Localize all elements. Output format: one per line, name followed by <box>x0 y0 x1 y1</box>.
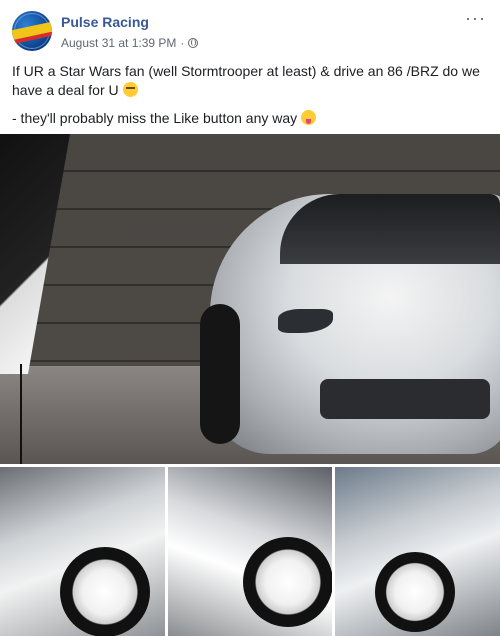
photo-thumb-1[interactable] <box>0 467 165 636</box>
car-wheel <box>200 304 240 444</box>
car-headlight <box>278 309 333 333</box>
car-windshield <box>280 194 500 264</box>
photo-thumb-3[interactable] <box>335 467 500 636</box>
wheel-rim <box>243 537 332 627</box>
car-front <box>200 194 500 454</box>
post-text-1: If UR a Star Wars fan (well Stormtrooper… <box>12 63 480 98</box>
post-header: Pulse Racing August 31 at 1:39 PM · ··· <box>0 0 500 56</box>
post-meta: August 31 at 1:39 PM · <box>61 36 199 50</box>
page-avatar[interactable] <box>12 11 52 51</box>
post-text: If UR a Star Wars fan (well Stormtrooper… <box>12 62 488 137</box>
post-text-line-1: If UR a Star Wars fan (well Stormtrooper… <box>12 62 488 100</box>
post-text-2: - they'll probably miss the Like button … <box>12 110 298 126</box>
more-options-button[interactable]: ··· <box>465 8 486 29</box>
face-with-tongue-icon <box>301 110 317 125</box>
winking-face-with-tongue-icon <box>122 82 138 97</box>
photo-thumb-2[interactable] <box>168 467 332 636</box>
wheel-rim <box>60 547 150 636</box>
photo-thumbnails <box>0 467 500 636</box>
wheel-rim <box>375 552 455 632</box>
post-timestamp[interactable]: August 31 at 1:39 PM <box>61 36 176 50</box>
globe-icon[interactable] <box>188 38 199 48</box>
post-photo-main[interactable] <box>0 134 500 464</box>
car-grille <box>320 379 490 419</box>
post-text-line-2: - they'll probably miss the Like button … <box>12 109 488 128</box>
page-name-link[interactable]: Pulse Racing <box>61 14 149 30</box>
light-stand <box>20 364 22 464</box>
meta-separator: · <box>180 36 185 50</box>
